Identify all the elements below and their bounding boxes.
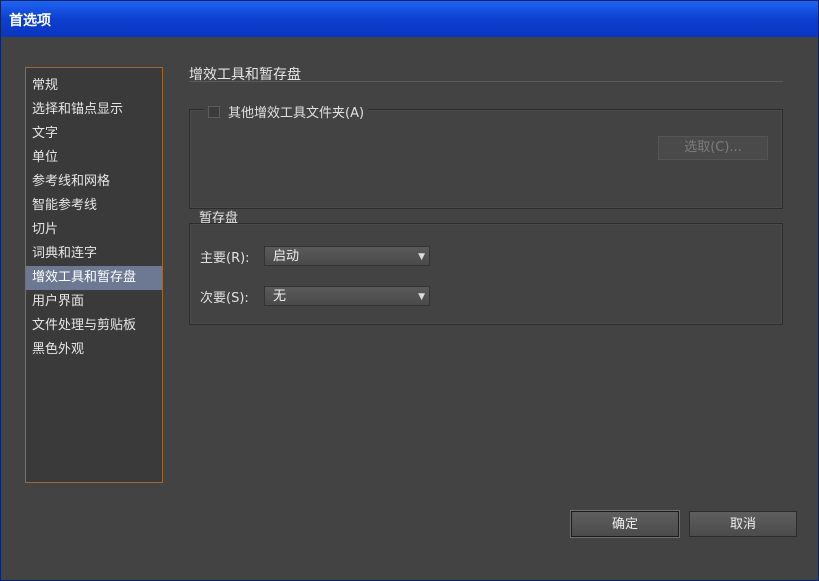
category-item-general[interactable]: 常规	[26, 74, 162, 98]
category-item-selection-anchor-display[interactable]: 选择和锚点显示	[26, 98, 162, 122]
category-item-file-handling-clipboard[interactable]: 文件处理与剪贴板	[26, 314, 162, 338]
primary-scratch-row: 主要(R): 启动 ▼	[200, 246, 430, 266]
primary-scratch-value: 启动	[273, 249, 300, 264]
secondary-scratch-value: 无	[273, 289, 287, 304]
category-item-slices[interactable]: 切片	[26, 218, 162, 242]
category-item-units[interactable]: 单位	[26, 146, 162, 170]
ok-button[interactable]: 确定	[571, 511, 679, 537]
plugins-folder-checkbox[interactable]	[208, 105, 220, 118]
category-item-smart-guides[interactable]: 智能参考线	[26, 194, 162, 218]
category-items: 常规 选择和锚点显示 文字 单位 参考线和网格 智能参考线 切片 词典和连字 增…	[26, 68, 162, 362]
preferences-window: 首选项 常规 选择和锚点显示 文字 单位 参考线和网格 智能参考线 切片 词典和…	[0, 0, 819, 581]
secondary-scratch-select[interactable]: 无 ▼	[264, 286, 430, 306]
window-title: 首选项	[9, 13, 51, 29]
plugins-folder-label[interactable]: 其他增效工具文件夹(A)	[228, 102, 364, 121]
primary-scratch-select[interactable]: 启动 ▼	[264, 246, 430, 266]
choose-button[interactable]: 选取(C)...	[658, 136, 768, 160]
category-item-plugins-scratch-disks[interactable]: 增效工具和暂存盘	[26, 266, 162, 290]
settings-panel: 增效工具和暂存盘 其他增效工具文件夹(A) 选取(C)... 暂存盘 主要(R)…	[189, 61, 783, 361]
dropdown-arrow-icon: ▼	[418, 252, 425, 262]
dropdown-arrow-icon: ▼	[418, 292, 425, 302]
category-item-dictionary-hyphenation[interactable]: 词典和连字	[26, 242, 162, 266]
primary-scratch-label: 主要(R):	[200, 250, 250, 266]
dialog-body: 常规 选择和锚点显示 文字 单位 参考线和网格 智能参考线 切片 词典和连字 增…	[5, 37, 814, 576]
title-bar[interactable]: 首选项	[1, 1, 818, 37]
scratch-disks-group: 主要(R): 启动 ▼ 次要(S): 无 ▼	[189, 223, 783, 325]
plugins-group: 其他增效工具文件夹(A) 选取(C)...	[189, 102, 783, 209]
secondary-scratch-label: 次要(S):	[200, 290, 249, 306]
secondary-scratch-row: 次要(S): 无 ▼	[200, 286, 430, 306]
category-list: 常规 选择和锚点显示 文字 单位 参考线和网格 智能参考线 切片 词典和连字 增…	[25, 67, 163, 483]
cancel-button[interactable]: 取消	[689, 511, 797, 537]
category-item-user-interface[interactable]: 用户界面	[26, 290, 162, 314]
section-divider	[189, 81, 783, 82]
plugins-folder-option: 其他增效工具文件夹(A)	[204, 102, 369, 121]
category-item-type[interactable]: 文字	[26, 122, 162, 146]
category-item-guides-grid[interactable]: 参考线和网格	[26, 170, 162, 194]
category-item-appearance-of-black[interactable]: 黑色外观	[26, 338, 162, 362]
